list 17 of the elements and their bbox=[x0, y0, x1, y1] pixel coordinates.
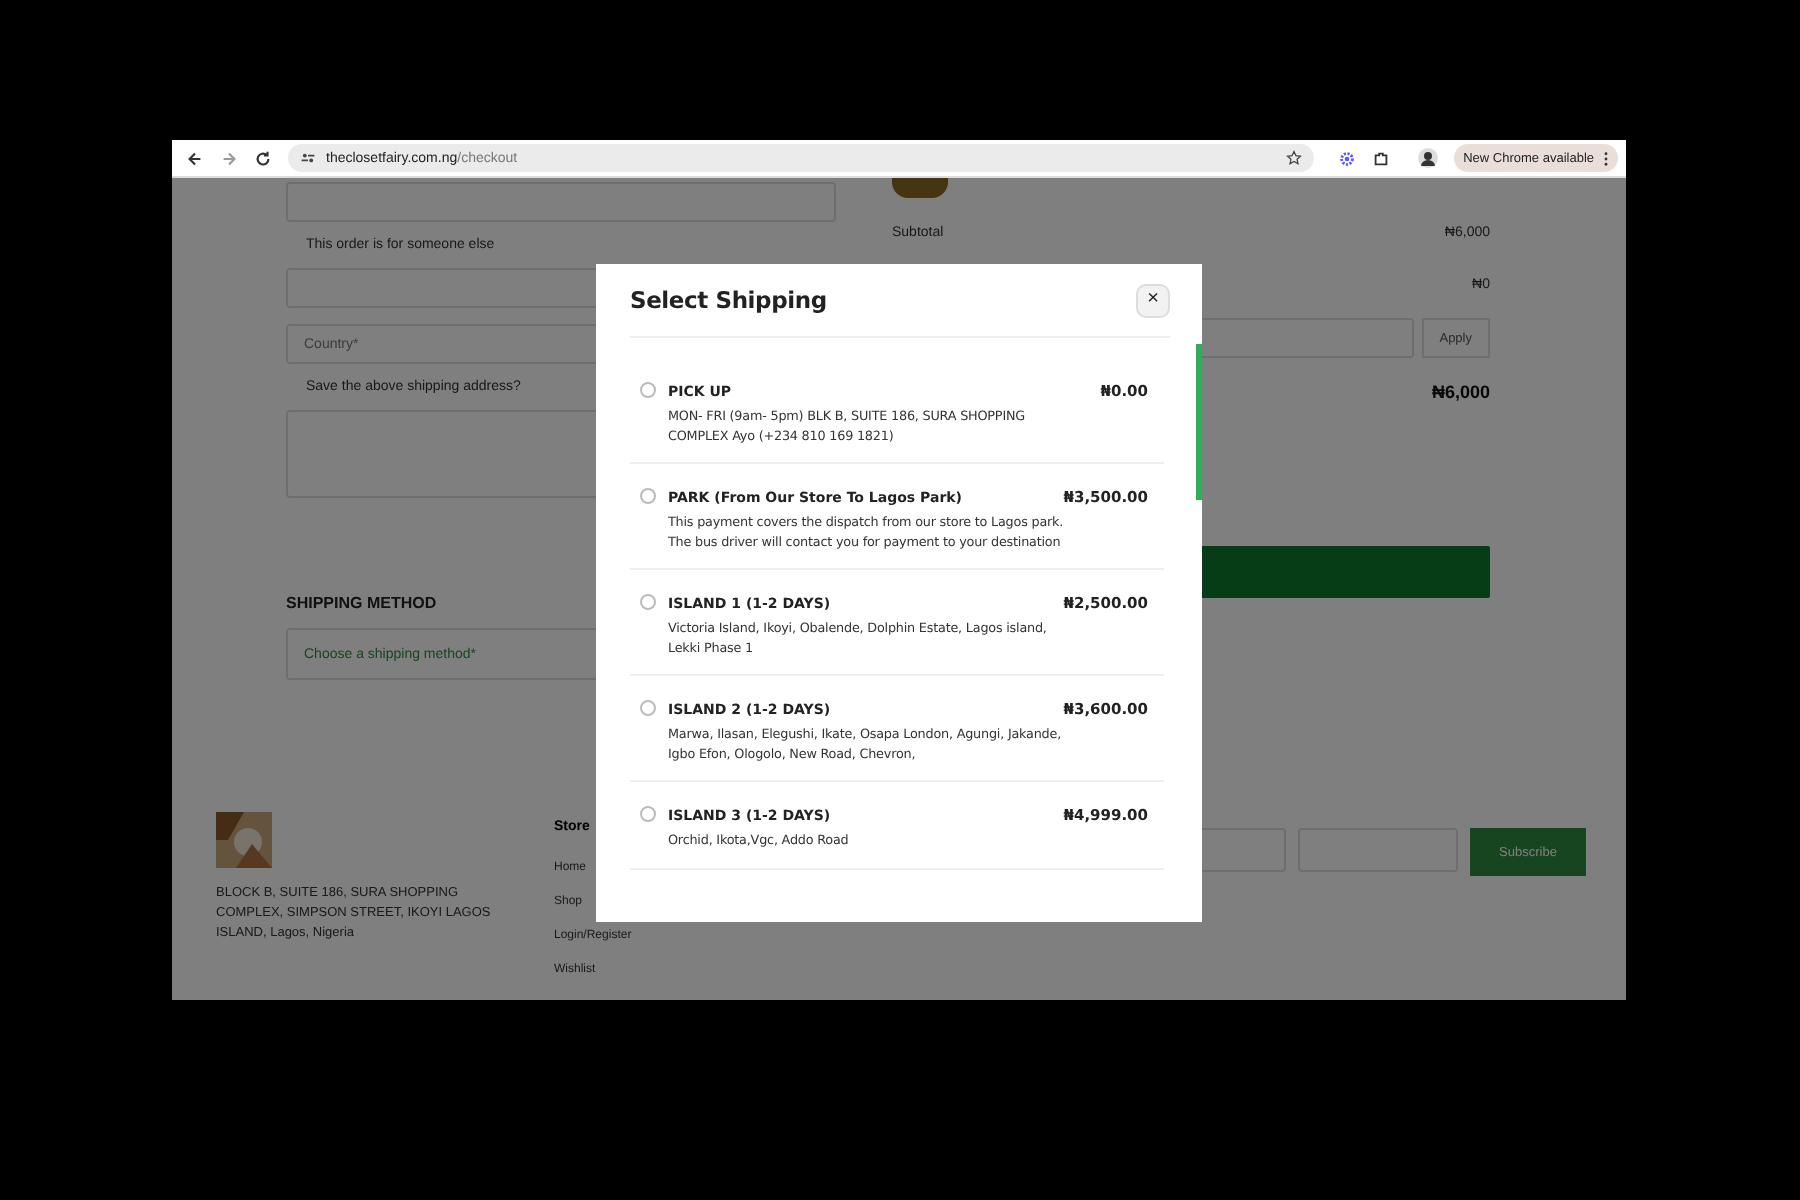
back-icon[interactable] bbox=[186, 149, 204, 167]
profile-avatar-icon[interactable] bbox=[1417, 148, 1438, 168]
site-settings-icon[interactable] bbox=[300, 150, 316, 166]
radio-button[interactable] bbox=[640, 700, 656, 716]
scrollbar-thumb[interactable] bbox=[1196, 344, 1202, 500]
radio-button[interactable] bbox=[640, 382, 656, 398]
dialog-title: Select Shipping bbox=[630, 286, 827, 314]
close-button[interactable]: × bbox=[1136, 283, 1170, 317]
radio-button[interactable] bbox=[640, 594, 656, 610]
total-value: ₦6,000 bbox=[1431, 382, 1490, 402]
bookmark-star-icon[interactable] bbox=[1285, 150, 1302, 166]
section-heading: SHIPPING METHOD bbox=[286, 594, 437, 612]
extension-gear-icon[interactable] bbox=[1337, 149, 1356, 167]
radio-button[interactable] bbox=[640, 488, 656, 504]
reload-icon[interactable] bbox=[254, 149, 272, 167]
radio-button[interactable] bbox=[640, 806, 656, 822]
forward-icon[interactable] bbox=[220, 149, 238, 167]
